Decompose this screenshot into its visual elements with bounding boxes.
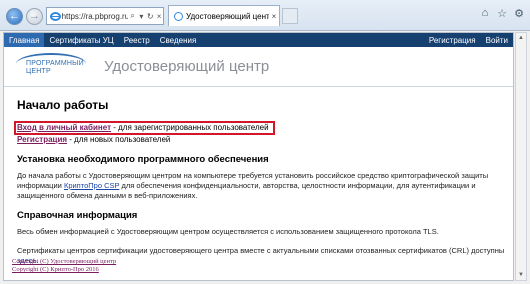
login-link[interactable]: Вход в личный кабинет bbox=[17, 123, 111, 132]
address-url[interactable]: https://ra.pbprog.ru/UI/ bbox=[62, 12, 128, 21]
arrow-left-icon: ← bbox=[9, 10, 20, 22]
login-line: Вход в личный кабинет - для зарегистриро… bbox=[14, 121, 507, 135]
page-heading: Начало работы bbox=[17, 98, 109, 112]
browser-tab[interactable]: Удостоверяющий центр × bbox=[168, 5, 280, 26]
forward-button[interactable]: → bbox=[26, 8, 43, 25]
footer-copyright-ca[interactable]: Copyright (C) Удостоверяющий центр bbox=[12, 258, 116, 266]
chevron-down-icon[interactable]: ▾ bbox=[138, 12, 146, 21]
site-header: ПРОГРАММНЫЙ ЦЕНТР Удостоверяющий центр bbox=[4, 47, 513, 87]
cert-text-before: Сертификаты центров сертификации удостов… bbox=[17, 246, 505, 255]
nav-register[interactable]: Регистрация bbox=[424, 33, 481, 47]
nav-information[interactable]: Сведения bbox=[155, 33, 202, 47]
install-paragraph: До начала работы с Удостоверяющим центро… bbox=[17, 171, 507, 201]
nav-registry[interactable]: Реестр bbox=[119, 33, 155, 47]
nav-login[interactable]: Войти bbox=[481, 33, 513, 47]
new-tab-button[interactable] bbox=[282, 8, 298, 24]
home-icon[interactable]: ⌂ bbox=[478, 6, 492, 20]
install-heading: Установка необходимого программного обес… bbox=[17, 154, 269, 165]
back-button[interactable]: ← bbox=[6, 8, 23, 25]
footer-copyright-cryptopro[interactable]: Copyright (C) Крипто-Про 2016 bbox=[12, 266, 116, 274]
gear-icon[interactable]: ⚙ bbox=[512, 6, 526, 20]
scroll-up-icon[interactable]: ▲ bbox=[516, 33, 526, 43]
refresh-icon[interactable]: ↻ bbox=[146, 12, 154, 21]
nav-spacer bbox=[201, 33, 424, 47]
highlight-box: Вход в личный кабинет - для зарегистриро… bbox=[14, 121, 275, 135]
ie-logo-icon bbox=[50, 11, 61, 22]
nav-ca-certificates[interactable]: Сертификаты УЦ bbox=[44, 33, 118, 47]
cryptopro-link[interactable]: КриптоПро CSP bbox=[64, 181, 119, 190]
scroll-down-icon[interactable]: ▼ bbox=[516, 270, 526, 280]
company-logo[interactable]: ПРОГРАММНЫЙ ЦЕНТР bbox=[16, 53, 96, 83]
vertical-scrollbar[interactable]: ▲ ▼ bbox=[515, 32, 527, 281]
stop-icon[interactable]: × bbox=[155, 12, 163, 21]
page-favicon-icon bbox=[174, 11, 183, 21]
login-suffix: - для зарегистрированных пользователей bbox=[111, 123, 269, 132]
logo-text: ПРОГРАММНЫЙ ЦЕНТР bbox=[26, 60, 84, 76]
info-heading: Справочная информация bbox=[17, 210, 138, 221]
search-icon[interactable]: ⌕ bbox=[129, 11, 137, 21]
register-link[interactable]: Регистрация bbox=[17, 135, 67, 144]
site-navbar: Главная Сертификаты УЦ Реестр Сведения Р… bbox=[4, 33, 513, 47]
register-line: Регистрация - для новых пользователей bbox=[17, 135, 507, 145]
browser-toolbar: ← → https://ra.pbprog.ru/UI/ ⌕ ▾ ↻ × Удо… bbox=[0, 0, 530, 31]
logo-line-2: ЦЕНТР bbox=[26, 68, 51, 75]
arrow-right-icon: → bbox=[29, 10, 40, 22]
address-bar[interactable]: https://ra.pbprog.ru/UI/ ⌕ ▾ ↻ × bbox=[46, 7, 164, 25]
logo-line-1: ПРОГРАММНЫЙ bbox=[26, 60, 84, 67]
web-page: Главная Сертификаты УЦ Реестр Сведения Р… bbox=[3, 32, 514, 281]
main-content: Начало работы Вход в личный кабинет - дл… bbox=[14, 95, 507, 266]
register-suffix: - для новых пользователей bbox=[67, 135, 171, 144]
close-tab-icon[interactable]: × bbox=[269, 12, 279, 21]
tab-title: Удостоверяющий центр bbox=[186, 11, 269, 21]
page-footer: Copyright (C) Удостоверяющий центр Copyr… bbox=[12, 258, 116, 274]
favorites-star-icon[interactable]: ☆ bbox=[495, 6, 509, 20]
info-paragraph: Весь обмен информацией с Удостоверяющим … bbox=[17, 227, 439, 236]
browser-actions: ⌂ ☆ ⚙ bbox=[478, 6, 526, 20]
nav-home[interactable]: Главная bbox=[4, 33, 45, 47]
site-title: Удостоверяющий центр bbox=[104, 58, 270, 75]
